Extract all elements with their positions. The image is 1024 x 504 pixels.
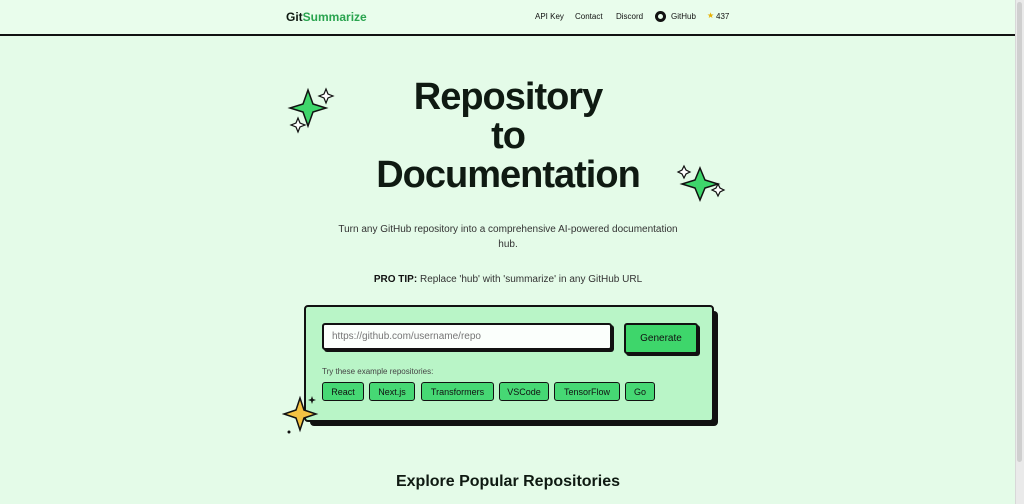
- logo-git: Git: [286, 10, 303, 24]
- github-star-count[interactable]: 437: [716, 12, 729, 21]
- pro-tip-text: Replace 'hub' with 'summarize' in any Gi…: [419, 274, 643, 285]
- title-line-2: to: [491, 115, 526, 157]
- star-icon: ★: [707, 11, 715, 20]
- example-chip-transformers[interactable]: Transformers: [421, 382, 494, 401]
- repo-url-input[interactable]: [322, 323, 612, 350]
- nav-discord[interactable]: Discord: [616, 12, 643, 21]
- top-navbar: GitSummarize API Key Contact Discord Git…: [0, 0, 1024, 36]
- logo-summarize: Summarize: [302, 10, 367, 24]
- example-chip-go[interactable]: Go: [625, 382, 655, 401]
- example-chip-react[interactable]: React: [322, 382, 364, 401]
- example-chip-vscode[interactable]: VSCode: [499, 382, 549, 401]
- page-title: Repository to Documentation: [300, 78, 716, 195]
- title-line-3: Documentation: [376, 154, 641, 196]
- pro-tip: PRO TIP: Replace 'hub' with 'summarize' …: [300, 274, 716, 285]
- sparkle-yellow-icon: [282, 395, 319, 434]
- example-chip-tensorflow[interactable]: TensorFlow: [554, 382, 620, 401]
- nav-contact[interactable]: Contact: [575, 12, 603, 21]
- nav-github[interactable]: GitHub: [671, 12, 696, 21]
- scrollbar-thumb[interactable]: [1017, 2, 1022, 462]
- examples-label: Try these example repositories:: [322, 367, 434, 376]
- nav-api-key[interactable]: API Key: [535, 12, 564, 21]
- generate-button[interactable]: Generate: [624, 323, 698, 354]
- explore-heading: Explore Popular Repositories: [395, 473, 621, 490]
- title-line-1: Repository: [413, 76, 603, 118]
- logo[interactable]: GitSummarize: [286, 10, 367, 24]
- hero-subtitle: Turn any GitHub repository into a compre…: [338, 224, 678, 250]
- pro-tip-label: PRO TIP:: [373, 274, 418, 285]
- example-chip-nextjs[interactable]: Next.js: [369, 382, 415, 401]
- github-icon[interactable]: [655, 11, 666, 22]
